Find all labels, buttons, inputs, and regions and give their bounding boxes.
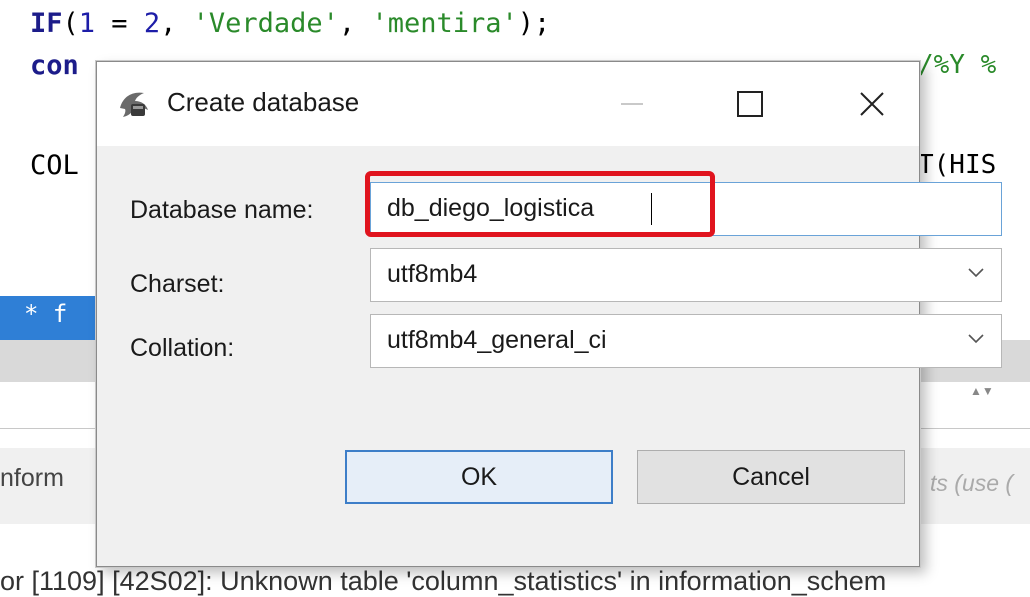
dialog-title: Create database [167, 87, 360, 117]
close-button[interactable] [837, 62, 907, 146]
charset-value: utf8mb4 [387, 260, 478, 288]
chevron-down-icon [968, 268, 984, 278]
highlight-box [365, 171, 715, 237]
code-line-1: IF(1 = 2, 'Verdade', 'mentira'); [30, 8, 551, 39]
minimize-button[interactable] [597, 62, 667, 146]
dialog-titlebar[interactable]: Create database [97, 62, 919, 146]
cancel-button[interactable]: Cancel [637, 450, 905, 504]
dolphin-app-icon [120, 92, 148, 117]
result-tab-label: * f [24, 300, 68, 328]
info-fragment: nform [0, 464, 64, 492]
charset-label: Charset: [130, 270, 225, 298]
collation-label: Collation: [130, 334, 235, 362]
create-database-dialog: Create database Database name: db_diego_… [96, 61, 1002, 567]
collation-value: utf8mb4_general_ci [387, 326, 607, 354]
chevron-down-icon [968, 334, 984, 344]
result-tab[interactable]: * f [0, 296, 100, 340]
close-icon [860, 92, 884, 116]
database-name-label: Database name: [130, 196, 314, 224]
code-line-2-end: /%Y % [918, 50, 997, 80]
hint-fragment: ts (use ( [930, 470, 1014, 496]
error-message: or [1109] [42S02]: Unknown table 'column… [0, 566, 887, 596]
scroll-arrows-icon[interactable]: ▲▼ [970, 384, 994, 398]
minimize-icon [621, 103, 643, 105]
charset-select[interactable]: utf8mb4 [370, 248, 1002, 302]
code-line-3-start: COL [30, 150, 79, 181]
ok-button[interactable]: OK [345, 450, 613, 504]
collation-select[interactable]: utf8mb4_general_ci [370, 314, 1002, 368]
maximize-button[interactable] [715, 62, 785, 146]
code-line-2-start: con [30, 50, 79, 81]
maximize-icon [737, 91, 763, 117]
code-line-3-end: T(HIS [918, 150, 997, 180]
